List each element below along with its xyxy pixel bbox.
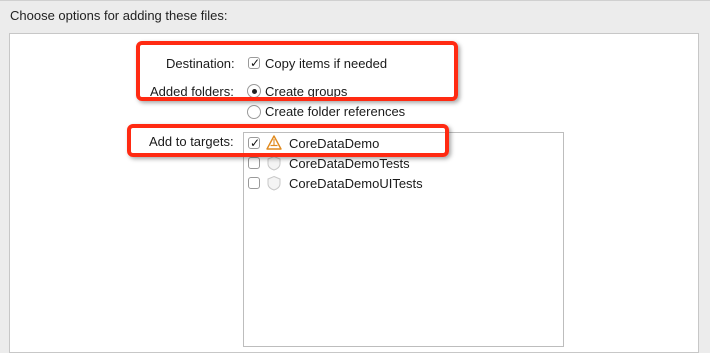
highlight-box-targets: [127, 124, 449, 157]
target-checkbox-coredatademouitests[interactable]: [248, 177, 260, 189]
test-target-icon: [267, 175, 281, 191]
create-folder-references-label[interactable]: Create folder references: [265, 104, 405, 119]
target-checkbox-coredatademotests[interactable]: [248, 157, 260, 169]
window-top-border: [0, 0, 710, 1]
highlight-box-destination: [136, 41, 458, 101]
target-name-coredatademouitests: CoreDataDemoUITests: [289, 176, 423, 191]
target-name-coredatademotests: CoreDataDemoTests: [289, 156, 410, 171]
create-folder-references-radio[interactable]: [247, 105, 261, 119]
test-target-icon: [267, 155, 281, 171]
dialog-heading: Choose options for adding these files:: [10, 8, 228, 23]
